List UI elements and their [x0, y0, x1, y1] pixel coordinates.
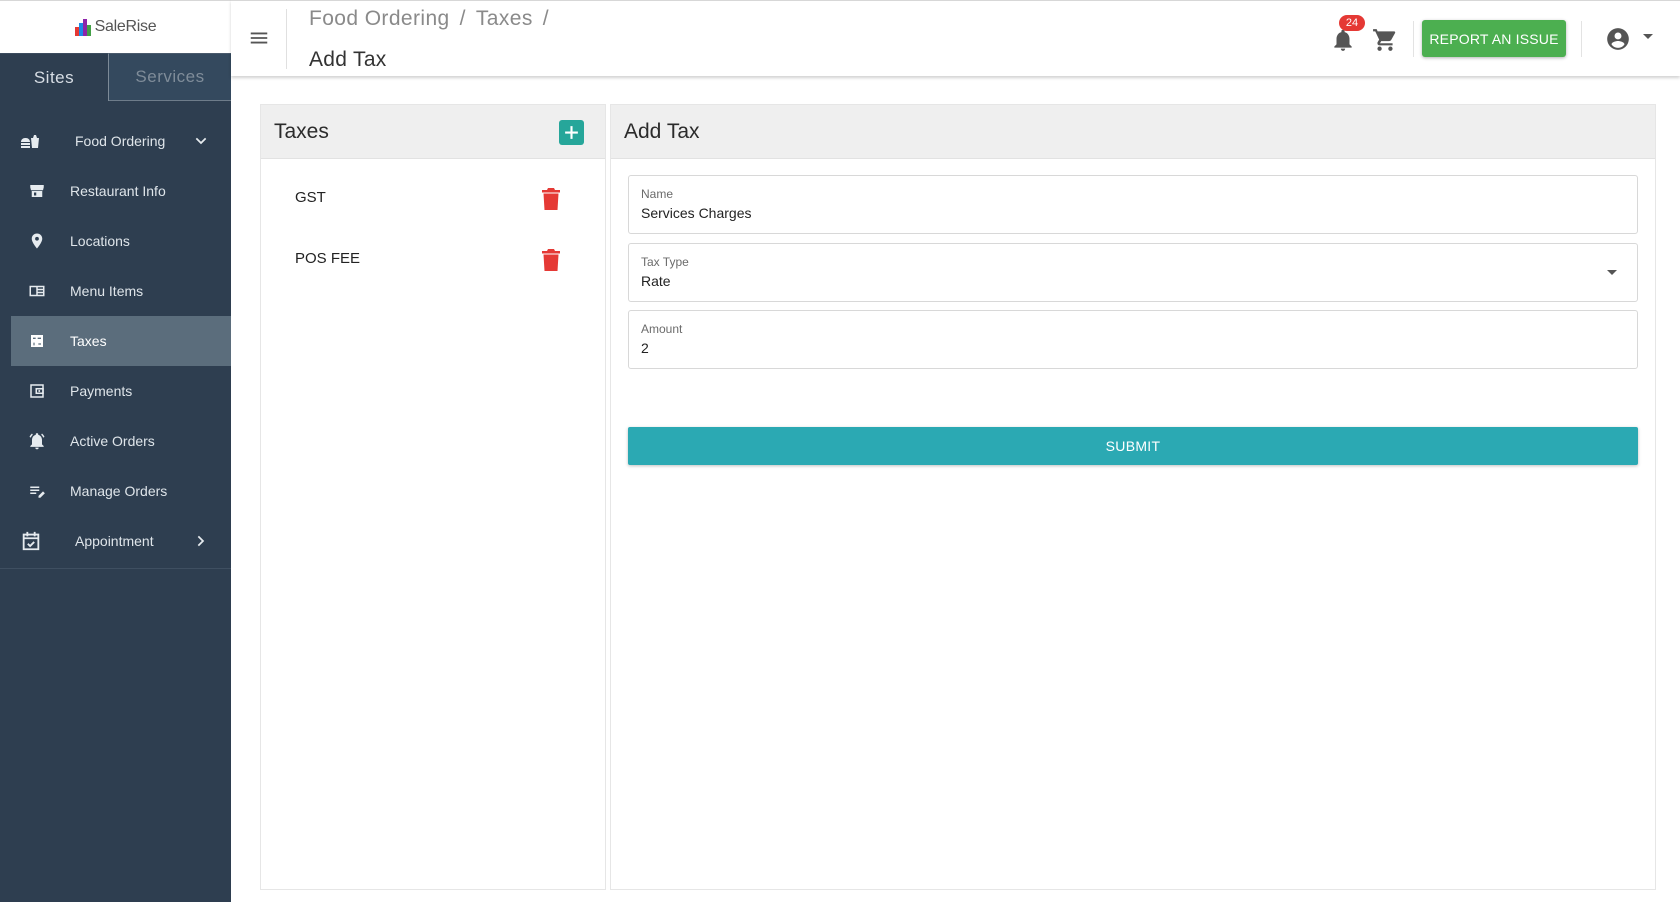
top-header: Food Ordering / Taxes / Add Tax 24 REPORT A…	[231, 0, 1680, 76]
breadcrumb-taxes[interactable]: Taxes	[476, 7, 533, 30]
chevron-down-icon[interactable]	[193, 133, 209, 149]
food-icon	[19, 129, 43, 153]
sidebar: SaleRise Sites Services Food Ordering Re…	[0, 0, 231, 902]
sidebar-tabs: Sites Services	[0, 53, 231, 101]
sidebar-item-restaurant-info[interactable]: Restaurant Info	[0, 166, 231, 216]
delete-icon[interactable]	[542, 188, 560, 210]
tax-type-label: Tax Type	[641, 255, 689, 269]
add-tax-panel-title: Add Tax	[624, 119, 700, 143]
tab-sites[interactable]: Sites	[0, 53, 109, 101]
taxes-panel: Taxes GST POS FEE	[260, 104, 606, 890]
name-field-label: Name	[641, 187, 674, 201]
header-divider	[1581, 21, 1582, 57]
hamburger-menu-icon[interactable]	[248, 27, 270, 49]
cart-icon[interactable]	[1372, 27, 1398, 53]
submit-button[interactable]: SUBMIT	[628, 427, 1638, 465]
sidebar-item-label: Taxes	[70, 333, 107, 349]
logo-icon	[74, 18, 93, 36]
tax-type-select[interactable]: Tax Type Rate	[628, 243, 1638, 302]
sidebar-item-label: Active Orders	[70, 433, 155, 449]
sidebar-item-label: Appointment	[75, 533, 154, 549]
report-issue-button[interactable]: REPORT AN ISSUE	[1422, 20, 1566, 57]
sidebar-divider	[0, 568, 231, 569]
store-icon	[27, 181, 47, 201]
add-tax-panel: Add Tax Name Tax Type Rate Amount SUBMIT	[610, 104, 1656, 890]
sidebar-item-manage-orders[interactable]: Manage Orders	[0, 466, 231, 516]
chevron-right-icon[interactable]	[193, 533, 209, 549]
breadcrumb-separator: /	[542, 7, 549, 30]
breadcrumb-separator: /	[459, 7, 466, 30]
menu-book-icon	[27, 281, 47, 301]
tax-item-gst[interactable]: GST	[295, 189, 326, 206]
delete-icon[interactable]	[542, 249, 560, 271]
taxes-panel-header: Taxes	[261, 105, 605, 159]
sidebar-item-taxes[interactable]: Taxes	[11, 316, 231, 366]
wallet-icon	[27, 381, 47, 401]
account-dropdown-caret-icon[interactable]	[1643, 34, 1653, 39]
sidebar-item-menu-items[interactable]: Menu Items	[0, 266, 231, 316]
breadcrumb: Food Ordering / Taxes /	[309, 7, 559, 31]
tax-type-value[interactable]: Rate	[641, 273, 1601, 289]
header-divider	[286, 9, 287, 69]
sidebar-item-label: Locations	[70, 233, 130, 249]
logo[interactable]: SaleRise	[0, 0, 231, 53]
amount-field-label: Amount	[641, 322, 683, 336]
sidebar-item-label: Food Ordering	[75, 133, 166, 149]
sidebar-item-locations[interactable]: Locations	[0, 216, 231, 266]
bell-ring-icon	[27, 431, 47, 451]
sidebar-item-appointment[interactable]: Appointment	[0, 516, 231, 566]
sidebar-item-label: Manage Orders	[70, 483, 168, 499]
calendar-check-icon	[19, 529, 43, 553]
amount-field[interactable]: Amount	[628, 310, 1638, 369]
logo-text: SaleRise	[94, 18, 157, 35]
add-tax-button[interactable]	[559, 120, 584, 145]
sidebar-item-food-ordering[interactable]: Food Ordering	[0, 116, 231, 166]
tab-services[interactable]: Services	[109, 53, 231, 101]
header-divider	[1413, 21, 1414, 57]
edit-list-icon	[27, 481, 47, 501]
dropdown-arrow-icon[interactable]	[1607, 270, 1617, 275]
sidebar-item-active-orders[interactable]: Active Orders	[0, 416, 231, 466]
amount-input[interactable]	[641, 340, 1601, 356]
sidebar-item-label: Restaurant Info	[70, 183, 166, 199]
tax-item-pos-fee[interactable]: POS FEE	[295, 250, 360, 267]
account-circle-icon[interactable]	[1605, 26, 1631, 52]
page-title: Add Tax	[309, 48, 387, 71]
location-pin-icon	[27, 231, 47, 251]
sidebar-item-payments[interactable]: Payments	[0, 366, 231, 416]
plus-icon	[565, 126, 578, 139]
name-field[interactable]: Name	[628, 175, 1638, 234]
name-input[interactable]	[641, 205, 1601, 221]
breadcrumb-food-ordering[interactable]: Food Ordering	[309, 7, 450, 30]
calculator-icon	[27, 331, 47, 351]
sidebar-nav: Food Ordering Restaurant Info Locations …	[0, 116, 231, 566]
taxes-panel-title: Taxes	[274, 119, 329, 143]
sidebar-item-label: Menu Items	[70, 283, 144, 299]
add-tax-panel-header: Add Tax	[611, 105, 1655, 159]
notification-badge: 24	[1339, 15, 1365, 31]
sidebar-item-label: Payments	[70, 383, 133, 399]
